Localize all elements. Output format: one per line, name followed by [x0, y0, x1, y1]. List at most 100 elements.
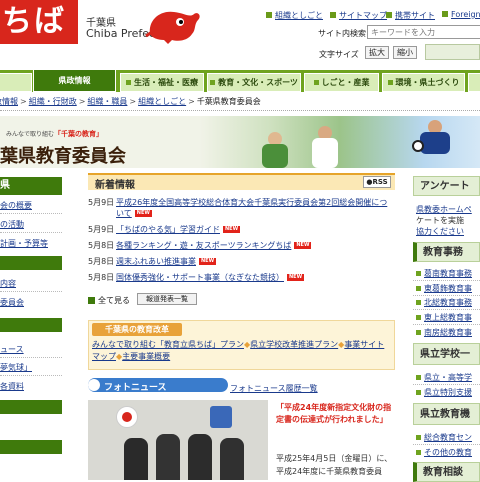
- left-nav-item[interactable]: の活動: [0, 219, 62, 230]
- tab-education-culture[interactable]: 教育・文化・スポーツ: [207, 73, 301, 92]
- breadcrumb-item[interactable]: 県政情報: [0, 97, 18, 106]
- new-badge: NEW: [134, 210, 152, 217]
- news-item-link[interactable]: 各種ランキング・遊・友スポーツランキングちば NEW: [116, 240, 312, 251]
- header-link-sitemap[interactable]: サイトマップ: [330, 10, 387, 21]
- photo-news-title: フォトニュース: [104, 383, 167, 393]
- education-office-link[interactable]: 東上総教育事: [416, 312, 480, 323]
- education-office-link[interactable]: 北総教育事務: [416, 297, 480, 308]
- left-section-heading: 県: [0, 177, 62, 195]
- news-item-link[interactable]: 平成26年度全国高等学校総合体育大会千葉県実行委員会第2回総会開催について NEW: [116, 197, 391, 219]
- left-nav-item[interactable]: 会の概要: [0, 200, 62, 211]
- reform-link-school[interactable]: 県立学校改革推進プラン: [250, 340, 338, 349]
- left-nav-item[interactable]: 内容: [0, 278, 62, 289]
- header-link-mobile[interactable]: 携帯サイト: [386, 10, 435, 21]
- new-badge: NEW: [223, 226, 241, 233]
- news-title: 新着情報: [95, 180, 135, 191]
- education-institution-link[interactable]: 総合教育セン: [416, 432, 480, 443]
- left-section-heading: [0, 256, 62, 270]
- divider: [413, 309, 480, 310]
- left-section-heading: [0, 400, 62, 414]
- soccer-ball-icon: [412, 140, 424, 152]
- education-reform-title: 千葉県の教育改革: [92, 323, 182, 336]
- search-input[interactable]: [367, 25, 480, 39]
- photo-news-caption[interactable]: 「平成24年度新指定文化財の指定書の伝達式が行われました」: [276, 402, 394, 426]
- photo-news-image[interactable]: [88, 400, 268, 480]
- tab-prefectural-info[interactable]: 県政情報: [33, 69, 116, 92]
- prefectural-school-link[interactable]: 県立・高等学: [416, 372, 480, 383]
- chiba-logo[interactable]: ちば: [0, 0, 78, 44]
- new-badge: NEW: [294, 242, 312, 249]
- education-institution-link[interactable]: その他の教育: [416, 447, 480, 458]
- divider: [0, 110, 480, 111]
- flag-image: [116, 406, 138, 428]
- rss-button[interactable]: ●RSS: [363, 176, 391, 188]
- news-item-link[interactable]: 週末ふれあい推進事業 NEW: [116, 256, 217, 267]
- left-nav-item[interactable]: 各資料: [0, 381, 62, 392]
- font-size-label: 文字サイズ: [319, 50, 359, 59]
- breadcrumb-item[interactable]: 組織・行財政: [29, 97, 77, 106]
- photo-news-text: 平成25年4月5日（金曜日）に、平成24年度に千葉県教育委員: [276, 454, 393, 476]
- education-office-heading: 教育事務: [413, 242, 480, 262]
- prefectural-school-link[interactable]: 県立特別支援: [416, 387, 480, 398]
- tab-more[interactable]: [468, 73, 480, 92]
- banner-child-image: [262, 144, 288, 168]
- reform-link-plan[interactable]: みんなで取り組む「教育立県ちば」プラン: [92, 340, 244, 349]
- new-badge: NEW: [199, 258, 217, 265]
- breadcrumb-current: 千葉県教育委員会: [196, 97, 261, 106]
- divider: [0, 357, 62, 358]
- left-nav-item[interactable]: 委員会: [0, 297, 62, 308]
- font-size-reset-button[interactable]: [425, 44, 480, 60]
- education-office-link[interactable]: 葛南教育事務: [416, 268, 480, 279]
- person-image: [156, 434, 180, 480]
- breadcrumb-item[interactable]: 組織としごと: [138, 97, 186, 106]
- see-all-link[interactable]: 全て見る: [88, 295, 130, 306]
- divider: [413, 444, 480, 445]
- page-title: 千葉県教育委員会: [0, 146, 126, 167]
- chiba-kun-mascot-icon: [145, 11, 200, 44]
- news-item-link[interactable]: 「ちばのやる気」学習ガイド NEW: [116, 224, 241, 235]
- education-office-link[interactable]: 東葛飾教育事: [416, 283, 480, 294]
- education-consultation-heading: 教育相談: [413, 462, 480, 482]
- new-badge: NEW: [287, 274, 305, 281]
- left-nav-item[interactable]: 計画・予算等: [0, 238, 62, 249]
- person-image: [220, 438, 244, 480]
- education-reform-links: みんなで取り組む「教育立県ちば」プラン◆県立学校改革推進プラン◆事業サイトマップ…: [92, 340, 385, 361]
- news-date: 5月8日: [88, 241, 115, 250]
- banner-child-image: [420, 132, 450, 154]
- divider: [0, 375, 62, 376]
- breadcrumb: 県政情報>組織・行財政>組織・職員>組織としごと>千葉県教育委員会: [0, 96, 261, 107]
- survey-text: ケートを実施: [416, 216, 464, 225]
- tab-home[interactable]: [0, 73, 32, 92]
- divider: [0, 232, 62, 233]
- education-institution-heading: 県立教育機: [413, 403, 480, 425]
- divider: [0, 291, 62, 292]
- news-date: 5月9日: [88, 225, 115, 234]
- left-nav-item[interactable]: ュース: [0, 344, 62, 355]
- news-item-link[interactable]: 国体優秀強化・サポート事業（なぎなた競技） NEW: [116, 272, 305, 283]
- left-nav-item[interactable]: 夢気球」: [0, 362, 62, 373]
- prefectural-school-heading: 県立学校一: [413, 343, 480, 365]
- header-link-organization[interactable]: 組織としごと: [266, 10, 323, 21]
- divider: [413, 295, 480, 296]
- news-date: 5月8日: [88, 257, 115, 266]
- person-image: [124, 438, 148, 480]
- flag-image: [210, 406, 232, 428]
- education-office-link[interactable]: 南房総教育事: [416, 327, 480, 338]
- divider: [413, 384, 480, 385]
- divider: [413, 324, 480, 325]
- tab-life-welfare[interactable]: 生活・福祉・医療: [120, 73, 204, 92]
- survey-heading: アンケート: [413, 176, 480, 196]
- header-link-foreign[interactable]: Foreign: [442, 10, 480, 19]
- font-size-small-button[interactable]: 縮小: [393, 46, 417, 59]
- survey-link[interactable]: 県教委ホームペ: [416, 204, 480, 215]
- survey-text[interactable]: 協力ください: [416, 226, 480, 237]
- tab-environment[interactable]: 環境・県土づくり: [382, 73, 465, 92]
- reform-link-overview[interactable]: 主要事業概要: [122, 352, 170, 361]
- photo-news-archive-link[interactable]: フォトニュース履歴一覧: [230, 383, 318, 394]
- person-image: [188, 434, 212, 480]
- breadcrumb-item[interactable]: 組織・職員: [87, 97, 127, 106]
- tab-work-industry[interactable]: しごと・産業: [304, 73, 379, 92]
- font-size-large-button[interactable]: 拡大: [365, 46, 389, 59]
- press-release-button[interactable]: 報道発表一覧: [137, 293, 197, 305]
- left-section-heading: [0, 318, 62, 332]
